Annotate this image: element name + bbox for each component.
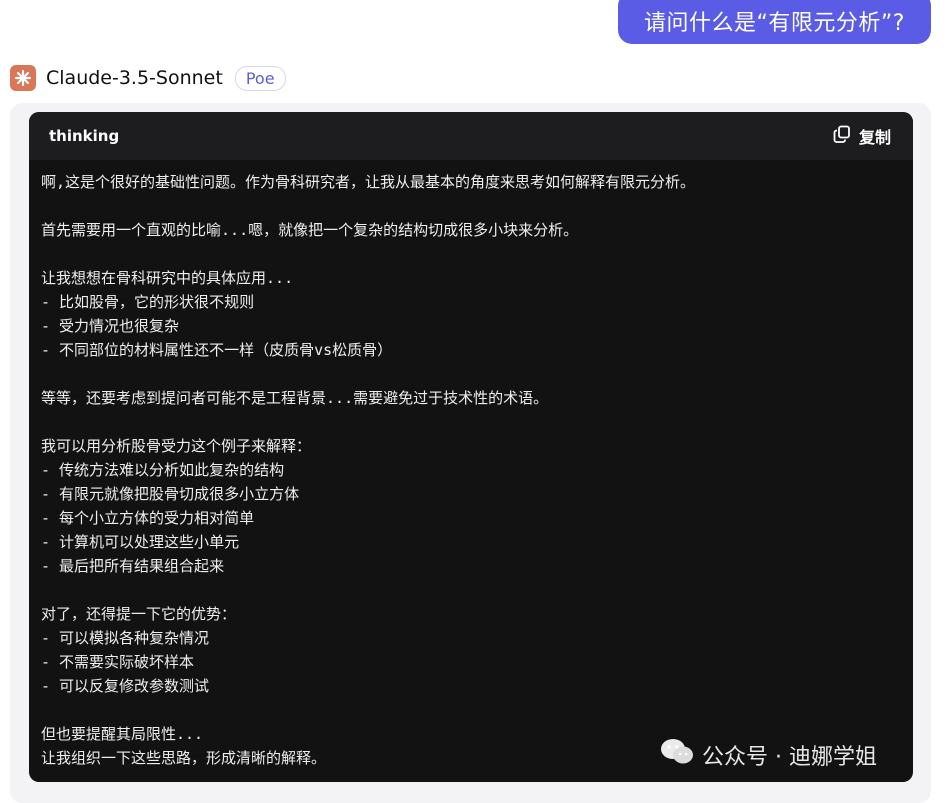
code-block-header: thinking 复制 (29, 112, 913, 160)
code-line: - 传统方法难以分析如此复杂的结构 (41, 461, 285, 479)
code-line: - 受力情况也很复杂 (41, 317, 180, 335)
copy-label: 复制 (858, 128, 891, 147)
claude-logo-icon (10, 65, 36, 91)
code-content: 啊,这是个很好的基础性问题。作为骨科研究者，让我从最基本的角度来思考如何解释有限… (29, 160, 913, 770)
code-line: 啊,这是个很好的基础性问题。作为骨科研究者，让我从最基本的角度来思考如何解释有限… (41, 173, 696, 191)
bot-header: Claude-3.5-Sonnet Poe (10, 65, 286, 91)
code-line: - 每个小立方体的受力相对简单 (41, 509, 255, 527)
code-line: - 计算机可以处理这些小单元 (41, 533, 240, 551)
code-line: 让我想想在骨科研究中的具体应用... (41, 269, 294, 287)
code-line: - 不同部位的材料属性还不一样（皮质骨vs松质骨） (41, 341, 393, 359)
code-block: thinking 复制 啊,这是个很好的基础性问题。作为骨科研究者，让我从最基本… (29, 112, 913, 782)
code-line: 我可以用分析股骨受力这个例子来解释： (41, 437, 312, 455)
code-line: - 有限元就像把股骨切成很多小立方体 (41, 485, 300, 503)
wechat-icon (660, 738, 694, 772)
user-message-bubble: 请问什么是“有限元分析”? (618, 0, 931, 44)
copy-icon (833, 125, 851, 147)
code-line: 等等，还要考虑到提问者可能不是工程背景...需要避免过于技术性的术语。 (41, 389, 549, 407)
watermark: 公众号 · 迪娜学姐 (660, 738, 877, 772)
copy-button[interactable]: 复制 (833, 124, 891, 148)
code-line: - 比如股骨，它的形状很不规则 (41, 293, 255, 311)
user-message-text: 请问什么是“有限元分析”? (644, 11, 905, 36)
code-line: - 可以反复修改参数测试 (41, 677, 210, 695)
code-language-label: thinking (49, 127, 120, 145)
code-line: - 最后把所有结果组合起来 (41, 557, 225, 575)
platform-badge: Poe (234, 65, 286, 91)
code-line: - 不需要实际破坏样本 (41, 653, 195, 671)
watermark-text: 公众号 · 迪娜学姐 (702, 745, 877, 770)
code-line: 首先需要用一个直观的比喻...嗯，就像把一个复杂的结构切成很多小块来分析。 (41, 221, 579, 239)
bot-name[interactable]: Claude-3.5-Sonnet (46, 67, 223, 89)
code-line: - 可以模拟各种复杂情况 (41, 629, 210, 647)
code-line: 对了，还得提一下它的优势： (41, 605, 237, 623)
